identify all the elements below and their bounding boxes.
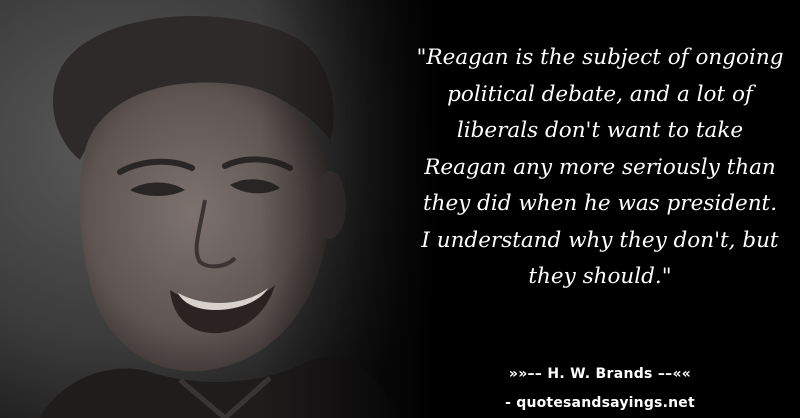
quote-line: I understand why they don't, but [421, 227, 779, 253]
quote-line: "Reagan is the subject of ongoing [416, 45, 784, 70]
quote-line: Reagan any more seriously than [424, 154, 776, 180]
quote-line: they should." [528, 264, 672, 289]
portrait-illustration [0, 0, 460, 418]
portrait-photo [0, 0, 460, 418]
quote-line: they did when he was president. [422, 191, 778, 216]
quote-text: "Reagan is the subject of ongoing politi… [408, 40, 792, 296]
quote-line: political debate, and a lot of [447, 81, 753, 107]
source-site: - quotesandsayings.net [505, 395, 695, 411]
author-attribution: »»–– H. W. Brands ––«« [508, 366, 692, 382]
quote-line: liberals don't want to take [456, 118, 744, 143]
